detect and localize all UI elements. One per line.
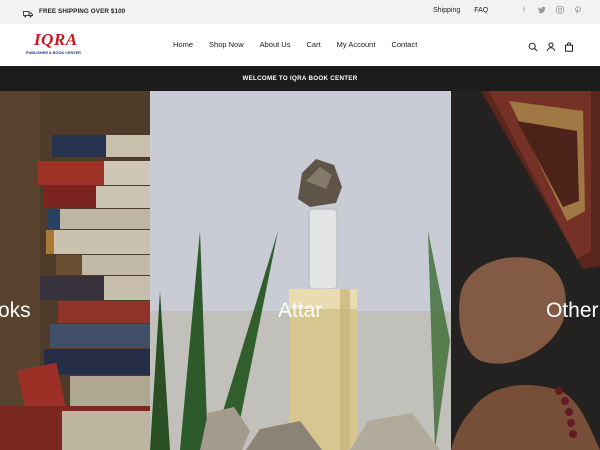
top-bar: FREE SHIPPING OVER $100 Shipping FAQ f bbox=[0, 0, 600, 24]
instagram-icon[interactable] bbox=[556, 6, 564, 16]
nav-about-us[interactable]: About Us bbox=[260, 40, 291, 49]
collection-tile-other[interactable]: Other bbox=[451, 91, 600, 450]
main-nav: Home Shop Now About Us Cart My Account C… bbox=[173, 40, 433, 49]
logo-wordmark: IQRA bbox=[34, 30, 78, 49]
nav-cart[interactable]: Cart bbox=[306, 40, 320, 49]
collection-label: Other bbox=[546, 299, 599, 322]
shipping-text: FREE SHIPPING OVER $100 bbox=[39, 7, 126, 15]
collection-label: oks bbox=[0, 299, 31, 322]
collection-grid: oks Attar Other bbox=[0, 91, 600, 450]
facebook-icon[interactable]: f bbox=[520, 6, 528, 16]
site-header: IQRA PUBLISHER & BOOK CENTER Home Shop N… bbox=[0, 24, 600, 66]
nav-contact[interactable]: Contact bbox=[391, 40, 417, 49]
collection-tile-attar[interactable]: Attar bbox=[150, 91, 451, 450]
nav-shop-now[interactable]: Shop Now bbox=[209, 40, 244, 49]
collection-label: Attar bbox=[278, 299, 323, 322]
search-icon[interactable] bbox=[528, 39, 538, 52]
truck-icon bbox=[23, 6, 33, 18]
nav-home[interactable]: Home bbox=[173, 40, 193, 49]
nav-my-account[interactable]: My Account bbox=[337, 40, 376, 49]
pinterest-icon[interactable] bbox=[574, 6, 582, 16]
attar-image bbox=[150, 91, 451, 450]
collection-tile-books[interactable]: oks bbox=[0, 91, 150, 450]
books-image bbox=[0, 91, 150, 450]
site-logo[interactable]: IQRA PUBLISHER & BOOK CENTER bbox=[26, 30, 88, 60]
announcement-bar: WELCOME TO IQRA BOOK CENTER bbox=[0, 66, 600, 91]
faq-link[interactable]: FAQ bbox=[474, 7, 488, 14]
twitter-icon[interactable] bbox=[538, 6, 546, 16]
bag-icon[interactable] bbox=[564, 39, 574, 52]
other-image bbox=[451, 91, 600, 450]
logo-tagline: PUBLISHER & BOOK CENTER bbox=[26, 51, 81, 55]
shipping-notice: FREE SHIPPING OVER $100 bbox=[23, 6, 126, 18]
user-icon[interactable] bbox=[546, 39, 556, 52]
shipping-link[interactable]: Shipping bbox=[433, 7, 460, 14]
